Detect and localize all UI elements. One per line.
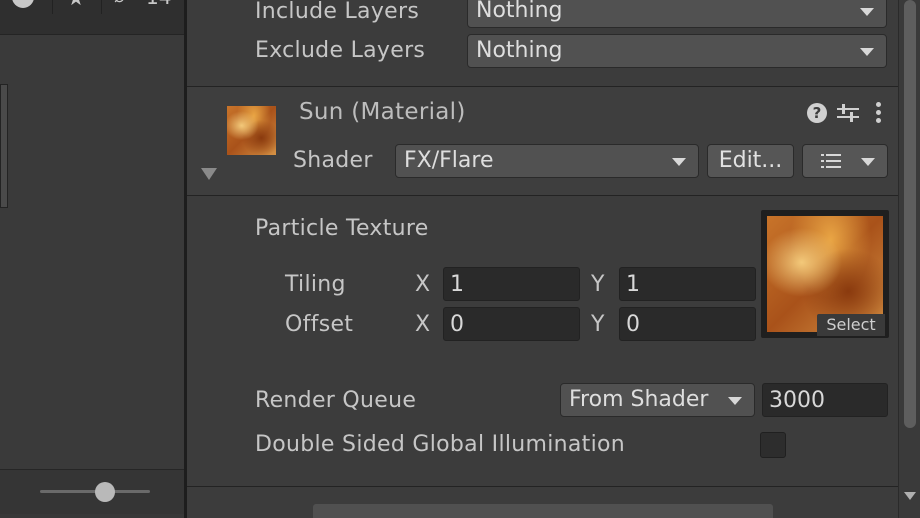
expand-triangle-icon[interactable] <box>201 168 217 180</box>
shader-value: FX/Flare <box>404 148 494 173</box>
offset-y-label: Y <box>591 312 605 337</box>
visibility-icon: ⌀ <box>114 0 125 7</box>
offset-x-field[interactable]: 0 <box>443 307 580 341</box>
include-layers-label: Include Layers <box>255 0 420 24</box>
include-layers-value: Nothing <box>476 0 563 23</box>
tiling-label: Tiling <box>285 272 346 297</box>
add-component-button[interactable] <box>313 504 773 518</box>
toolbar-button-2[interactable]: ★ <box>53 0 102 14</box>
chevron-down-icon <box>861 158 875 166</box>
offset-x-label: X <box>415 312 431 337</box>
visible-count: 14 <box>146 0 171 9</box>
tiling-x-field[interactable]: 1 <box>443 267 580 301</box>
eye-icon <box>12 0 34 8</box>
scrollbar-thumb[interactable] <box>904 0 916 428</box>
offset-y-field[interactable]: 0 <box>619 307 756 341</box>
kebab-menu-icon[interactable] <box>876 102 882 126</box>
list-icon <box>821 154 841 168</box>
left-panel: ★ ⌀ 14 <box>0 0 184 518</box>
chevron-down-icon <box>860 48 874 56</box>
render-queue-label: Render Queue <box>255 388 417 413</box>
exclude-layers-label: Exclude Layers <box>255 38 426 63</box>
include-layers-dropdown[interactable]: Nothing <box>467 0 887 28</box>
left-panel-content <box>0 35 184 469</box>
left-panel-item[interactable] <box>0 84 8 208</box>
shader-label: Shader <box>293 148 373 173</box>
exclude-layers-value: Nothing <box>476 38 563 63</box>
chevron-down-icon <box>672 158 686 166</box>
render-queue-value-field[interactable]: 3000 <box>762 383 888 417</box>
chevron-down-icon <box>728 397 742 405</box>
toolbar-button-3[interactable]: ⌀ 14 <box>102 0 184 14</box>
tiling-y-label: Y <box>591 272 605 297</box>
star-icon: ★ <box>67 0 85 10</box>
material-header <box>187 87 898 195</box>
shader-dropdown[interactable]: FX/Flare <box>395 144 699 178</box>
material-title: Sun (Material) <box>299 99 466 125</box>
scroll-down-arrow-icon[interactable] <box>904 492 916 500</box>
inspector-panel: Include Layers Nothing Exclude Layers No… <box>187 0 898 518</box>
toolbar-button-1[interactable] <box>0 0 53 14</box>
inspector-scrollbar[interactable] <box>898 0 920 518</box>
left-panel-toolbar: ★ ⌀ 14 <box>0 0 184 35</box>
offset-label: Offset <box>285 312 354 337</box>
preset-sliders-icon[interactable] <box>837 102 859 124</box>
dsgi-checkbox[interactable] <box>760 432 786 458</box>
section-divider <box>187 195 898 196</box>
help-icon[interactable]: ? <box>807 103 827 123</box>
particle-texture-label: Particle Texture <box>255 216 429 241</box>
section-divider <box>187 486 898 487</box>
texture-slot[interactable]: Select <box>761 210 889 338</box>
edit-shader-button[interactable]: Edit... <box>707 144 794 178</box>
dsgi-label: Double Sided Global Illumination <box>255 432 626 457</box>
select-texture-button[interactable]: Select <box>817 314 885 336</box>
render-queue-mode-dropdown[interactable]: From Shader <box>560 383 755 417</box>
render-queue-mode-value: From Shader <box>569 387 709 412</box>
tiling-y-field[interactable]: 1 <box>619 267 756 301</box>
shader-options-button[interactable] <box>802 144 888 178</box>
zoom-slider-thumb[interactable] <box>95 482 115 502</box>
chevron-down-icon <box>860 8 874 16</box>
material-preview-thumbnail <box>227 106 276 155</box>
exclude-layers-dropdown[interactable]: Nothing <box>467 34 887 68</box>
tiling-x-label: X <box>415 272 431 297</box>
